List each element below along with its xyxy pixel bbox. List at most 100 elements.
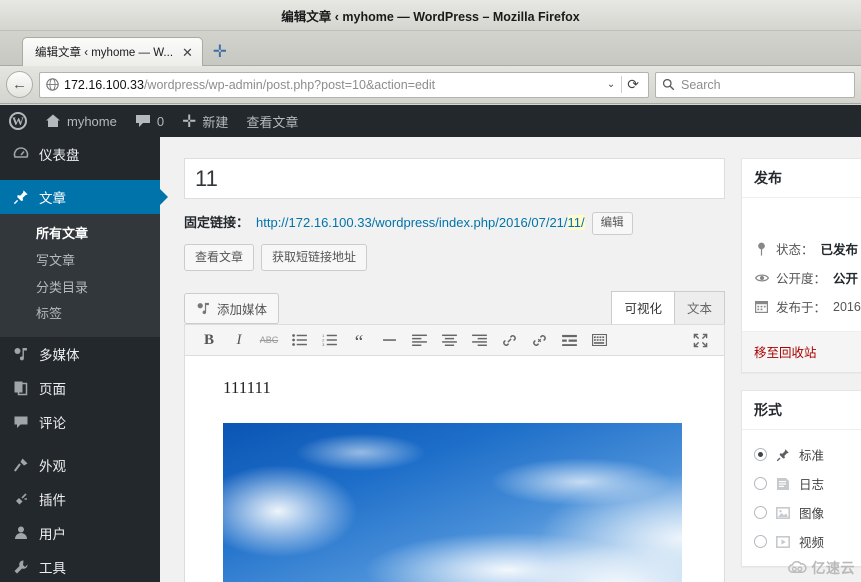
aside-icon (775, 477, 791, 491)
link-icon[interactable] (494, 325, 524, 355)
address-bar[interactable]: 172.16.100.33/wordpress/wp-admin/post.ph… (39, 72, 649, 98)
post-sidebar: 发布 状态：已发布 公开度：公 (741, 158, 861, 582)
fullscreen-icon[interactable] (685, 325, 715, 355)
format-box-title: 形式 (742, 391, 861, 430)
post-edit-main: 11 固定链接： http://172.16.100.33/wordpress/… (160, 137, 861, 582)
format-option-aside[interactable]: 日志 (754, 469, 861, 498)
editor-top-row: 添加媒体 可视化 文本 (184, 290, 725, 324)
radio-icon[interactable] (754, 506, 767, 519)
add-media-button[interactable]: 添加媒体 (184, 293, 279, 324)
user-icon (11, 525, 30, 541)
visibility-row[interactable]: 公开度：公开 (754, 263, 861, 292)
submenu-item-new-post[interactable]: 写文章 (0, 248, 160, 275)
kitchen-sink-icon[interactable] (584, 325, 614, 355)
submenu-item-tags[interactable]: 标签 (0, 301, 160, 328)
comments-menu[interactable]: 0 (126, 105, 173, 137)
format-label: 日志 (799, 474, 824, 493)
title-section: 11 固定链接： http://172.16.100.33/wordpress/… (184, 158, 725, 271)
reload-icon[interactable]: ⟳ (621, 76, 644, 93)
sidebar-item-appearance[interactable]: 外观 (0, 448, 160, 482)
sidebar-item-pages[interactable]: 页面 (0, 371, 160, 405)
browser-tab[interactable]: 编辑文章 ‹ myhome — W... ✕ (22, 37, 203, 66)
view-post-button[interactable]: 查看文章 (184, 244, 254, 271)
publish-box-body: 状态：已发布 公开度：公开 发布于：2016- (742, 198, 861, 331)
radio-icon[interactable] (754, 477, 767, 490)
bullet-list-icon[interactable] (284, 325, 314, 355)
align-left-icon[interactable] (404, 325, 434, 355)
sidebar-item-label: 评论 (39, 412, 66, 432)
posts-submenu: 所有文章 写文章 分类目录 标签 (0, 214, 160, 337)
numbered-list-icon[interactable]: 123 (314, 325, 344, 355)
calendar-icon (754, 300, 769, 313)
move-to-trash-link[interactable]: 移至回收站 (754, 346, 817, 360)
sky-clouds-image (223, 423, 682, 582)
tab-text[interactable]: 文本 (674, 291, 725, 325)
back-button[interactable]: ← (6, 71, 33, 98)
status-row[interactable]: 状态：已发布 (754, 234, 861, 263)
permalink-slug: 11/ (568, 215, 585, 230)
bold-icon[interactable]: B (194, 325, 224, 355)
view-post-menu[interactable]: 查看文章 (237, 105, 307, 137)
align-right-icon[interactable] (464, 325, 494, 355)
permalink-url[interactable]: http://172.16.100.33/wordpress/index.php… (256, 213, 585, 234)
window-titlebar: 编辑文章 ‹ myhome — WordPress – Mozilla Fire… (0, 0, 861, 31)
tab-visual[interactable]: 可视化 (611, 291, 675, 325)
sidebar-item-media[interactable]: 多媒体 (0, 337, 160, 371)
strikethrough-icon[interactable]: ABC (254, 325, 284, 355)
search-placeholder: Search (681, 78, 721, 92)
format-option-image[interactable]: 图像 (754, 498, 861, 527)
sidebar-item-posts[interactable]: 文章 (0, 180, 160, 214)
plus-icon: ✛ (182, 113, 196, 130)
format-option-video[interactable]: 视频 (754, 527, 861, 556)
sidebar-item-label: 文章 (39, 187, 66, 207)
menu-separator (0, 171, 160, 180)
site-watermark: 亿速云 (787, 558, 856, 578)
blockquote-icon[interactable]: “ (344, 325, 374, 355)
url-host: 172.16.100.33 (64, 78, 144, 92)
permalink-buttons: 查看文章 获取短链接地址 (184, 244, 725, 271)
sidebar-item-users[interactable]: 用户 (0, 516, 160, 550)
radio-icon[interactable] (754, 535, 767, 548)
close-icon[interactable]: ✕ (179, 46, 196, 59)
read-more-icon[interactable] (554, 325, 584, 355)
sidebar-item-label: 工具 (39, 557, 66, 577)
site-name-label: myhome (67, 114, 117, 129)
submenu-item-all-posts[interactable]: 所有文章 (0, 221, 160, 248)
pin-icon (11, 189, 30, 205)
tab-strip: 编辑文章 ‹ myhome — W... ✕ ✛ (0, 31, 861, 66)
editor-content-area[interactable]: 111111 (184, 356, 725, 582)
italic-icon[interactable]: I (224, 325, 254, 355)
publish-date-row[interactable]: 发布于：2016- (754, 292, 861, 321)
format-box-body: 标准 日志 (742, 430, 861, 566)
publish-actions-area (754, 208, 861, 234)
horizontal-rule-icon[interactable] (374, 325, 404, 355)
edit-permalink-button[interactable]: 编辑 (592, 212, 633, 235)
format-label: 视频 (799, 532, 824, 551)
dashboard-icon (11, 146, 30, 162)
sidebar-item-plugins[interactable]: 插件 (0, 482, 160, 516)
sidebar-item-comments[interactable]: 评论 (0, 405, 160, 439)
radio-icon[interactable] (754, 448, 767, 461)
sidebar-item-tools[interactable]: 工具 (0, 550, 160, 582)
visibility-value: 公开 (833, 268, 858, 287)
sidebar-item-label: 仪表盘 (39, 144, 80, 164)
sidebar-item-label: 页面 (39, 378, 66, 398)
post-title-input[interactable]: 11 (184, 158, 725, 199)
new-tab-icon[interactable]: ✛ (207, 39, 233, 65)
unlink-icon[interactable] (524, 325, 554, 355)
format-option-standard[interactable]: 标准 (754, 440, 861, 469)
comment-bubble-icon (135, 114, 151, 128)
publish-box-footer: 移至回收站 (742, 331, 861, 372)
sidebar-item-dashboard[interactable]: 仪表盘 (0, 137, 160, 171)
wp-logo-menu[interactable]: W (0, 105, 36, 137)
video-icon (775, 535, 791, 549)
search-bar[interactable]: Search (655, 72, 855, 98)
new-content-menu[interactable]: ✛ 新建 (173, 105, 237, 137)
page-viewport: W myhome 0 ✛ 新建 查看文章 (0, 105, 861, 582)
get-shortlink-button[interactable]: 获取短链接地址 (261, 244, 367, 271)
chevron-down-icon[interactable]: ⌄ (601, 79, 621, 90)
wordpress-logo-icon: W (9, 112, 27, 130)
site-name-menu[interactable]: myhome (36, 105, 126, 137)
align-center-icon[interactable] (434, 325, 464, 355)
submenu-item-categories[interactable]: 分类目录 (0, 275, 160, 302)
